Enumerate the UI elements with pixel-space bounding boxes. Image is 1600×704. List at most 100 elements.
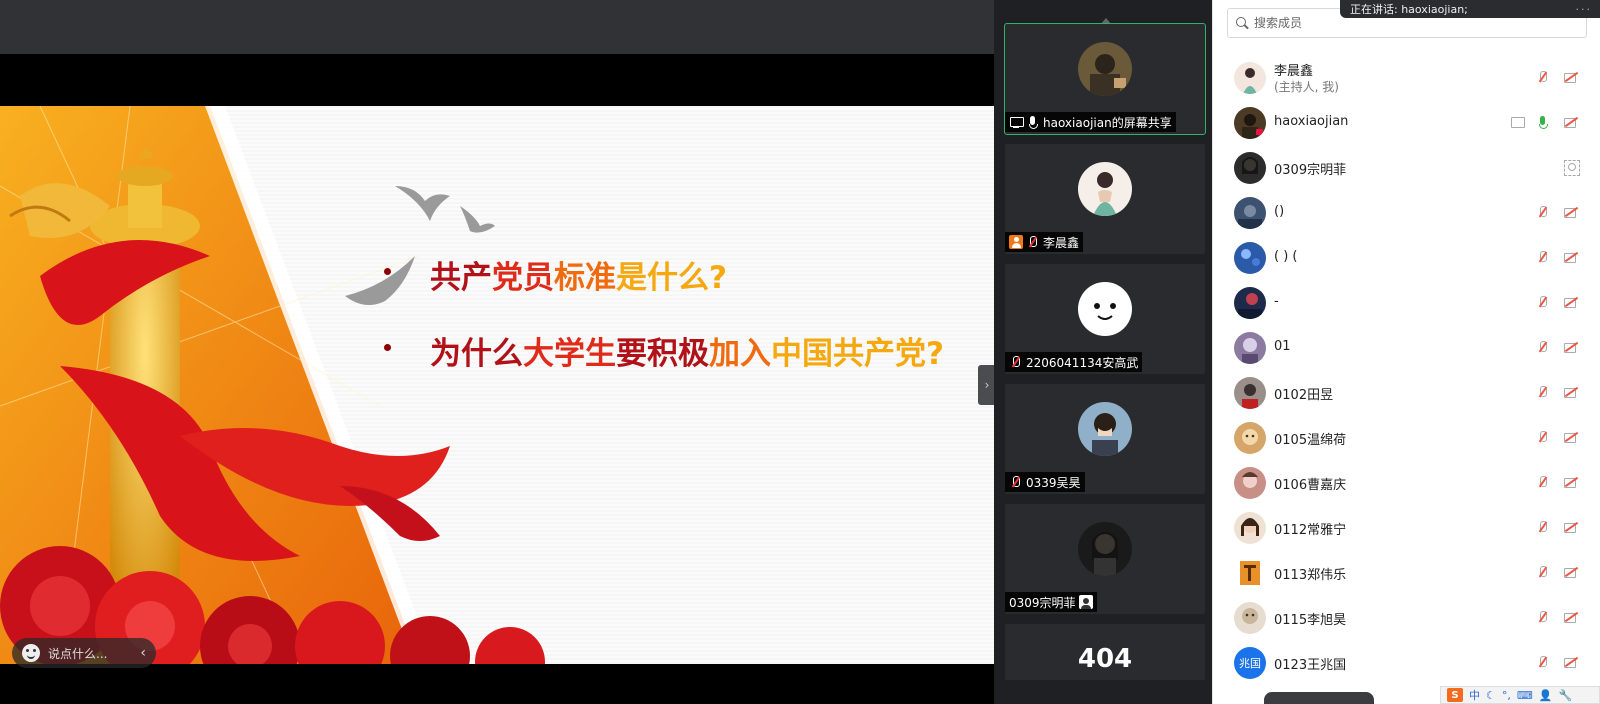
mic-muted-icon[interactable] xyxy=(1536,655,1550,669)
tile-name-label: 0339吴昊 xyxy=(1005,472,1085,492)
mic-muted-icon[interactable] xyxy=(1536,70,1550,84)
member-row[interactable]: 0113郑伟乐 xyxy=(1230,551,1590,595)
bottom-floating-pill[interactable] xyxy=(1264,692,1374,704)
wrench-icon[interactable]: 🔧 xyxy=(1558,689,1572,702)
member-row[interactable]: 0102田昱 xyxy=(1230,371,1590,415)
member-name: - xyxy=(1274,294,1279,309)
member-row[interactable]: 兆国 0123王兆国 xyxy=(1230,641,1590,685)
avatar: 兆国 xyxy=(1234,647,1266,679)
member-row[interactable]: 0105温绵荷 xyxy=(1230,416,1590,460)
mic-muted-icon[interactable] xyxy=(1536,520,1550,534)
mic-muted-icon[interactable] xyxy=(1536,385,1550,399)
sogou-logo-icon[interactable]: S xyxy=(1447,688,1463,702)
avatar xyxy=(1078,402,1132,456)
camera-off-icon[interactable] xyxy=(1564,205,1578,219)
camera-off-icon[interactable] xyxy=(1564,115,1578,129)
member-name: 0115李旭昊 xyxy=(1274,613,1347,628)
member-name: 李晨鑫 xyxy=(1274,64,1314,79)
avatar xyxy=(1234,152,1266,184)
video-tile-screen-share[interactable]: haoxiaojian的屏幕共享 xyxy=(1004,23,1206,135)
avatar xyxy=(1234,557,1266,589)
video-tile-participant[interactable]: 0339吴昊 xyxy=(1005,384,1205,494)
share-top-bar xyxy=(0,0,994,54)
camera-off-icon[interactable] xyxy=(1564,385,1578,399)
video-tile-participant[interactable]: 0309宗明菲 xyxy=(1005,504,1205,614)
mic-muted-icon[interactable] xyxy=(1536,250,1550,264)
avatar xyxy=(1234,602,1266,634)
chat-input-pill[interactable]: 说点什么... ‹ xyxy=(12,638,156,668)
mic-muted-icon[interactable] xyxy=(1536,610,1550,624)
member-row[interactable]: 0115李旭昊 xyxy=(1230,596,1590,640)
member-row[interactable]: () xyxy=(1230,191,1590,235)
tile-name: 2206041134安高武 xyxy=(1026,355,1139,370)
avatar xyxy=(1234,197,1266,229)
bullet1-part3: 标准 xyxy=(554,260,616,296)
mic-on-icon[interactable] xyxy=(1536,115,1550,129)
keyboard-icon[interactable]: ⌨ xyxy=(1517,689,1533,702)
search-icon xyxy=(1236,17,1248,29)
camera-off-icon[interactable] xyxy=(1564,430,1578,444)
avatar xyxy=(1234,377,1266,409)
avatar xyxy=(1234,287,1266,319)
face-detect-icon[interactable] xyxy=(1564,160,1580,176)
member-name: 0112常雅宁 xyxy=(1274,523,1347,538)
camera-off-icon[interactable] xyxy=(1564,655,1578,669)
mic-muted-icon[interactable] xyxy=(1536,565,1550,579)
avatar xyxy=(1234,512,1266,544)
camera-off-icon[interactable] xyxy=(1564,340,1578,354)
mic-muted-icon[interactable] xyxy=(1536,430,1550,444)
member-name: 0106曹嘉庆 xyxy=(1274,478,1347,493)
mic-muted-icon[interactable] xyxy=(1536,295,1550,309)
camera-off-icon[interactable] xyxy=(1564,610,1578,624)
camera-off-icon[interactable] xyxy=(1564,250,1578,264)
member-name: 0123王兆国 xyxy=(1274,658,1347,673)
member-row[interactable]: 李晨鑫 (主持人, 我) xyxy=(1230,56,1590,100)
tile-name: 0339吴昊 xyxy=(1026,475,1081,490)
member-row[interactable]: 01 xyxy=(1230,326,1590,370)
avatar xyxy=(1078,282,1132,336)
camera-off-icon[interactable] xyxy=(1564,295,1578,309)
camera-off-icon[interactable] xyxy=(1564,475,1578,489)
moon-icon[interactable]: ☾ xyxy=(1486,689,1496,702)
member-row[interactable]: haoxiaojian xyxy=(1230,101,1590,145)
member-name: 0105温绵荷 xyxy=(1274,433,1347,448)
emoji-icon[interactable] xyxy=(22,644,40,662)
member-row[interactable]: 0112常雅宁 xyxy=(1230,506,1590,550)
user-icon[interactable]: 👤 xyxy=(1539,689,1553,702)
punctuation-icon[interactable]: °, xyxy=(1502,689,1511,702)
mic-muted-icon[interactable] xyxy=(1536,340,1550,354)
mic-muted-icon xyxy=(1009,475,1023,489)
camera-off-icon[interactable] xyxy=(1564,520,1578,534)
speaking-notice-text: 正在讲话: haoxiaojian; xyxy=(1350,3,1468,16)
member-name: ( ) ( xyxy=(1274,249,1298,264)
bullet-dot-1 xyxy=(384,268,391,275)
member-row[interactable]: - xyxy=(1230,281,1590,325)
member-search-input[interactable] xyxy=(1254,16,1554,30)
camera-off-icon[interactable] xyxy=(1564,565,1578,579)
member-row[interactable]: 0106曹嘉庆 xyxy=(1230,461,1590,505)
tile-name: haoxiaojian的屏幕共享 xyxy=(1043,115,1172,130)
camera-off-icon[interactable] xyxy=(1564,70,1578,84)
video-tile-host[interactable]: 李晨鑫 xyxy=(1005,144,1205,254)
avatar xyxy=(1078,42,1132,96)
mic-muted-icon[interactable] xyxy=(1536,475,1550,489)
member-row[interactable]: 0309宗明菲 xyxy=(1230,146,1590,190)
ime-toolbar[interactable]: S 中 ☾ °, ⌨ 👤 🔧 xyxy=(1440,686,1600,704)
bullet2-part1: 为什么 xyxy=(430,336,523,372)
tile-name-label: 李晨鑫 xyxy=(1005,232,1084,252)
slide-artwork xyxy=(0,106,545,664)
member-name: 0309宗明菲 xyxy=(1274,163,1347,178)
gallery-bottom-strip xyxy=(994,680,1212,704)
tile-name-label: 0309宗明菲 xyxy=(1005,592,1097,612)
avatar xyxy=(1078,522,1132,576)
404-logo: 404 xyxy=(1077,644,1133,674)
tile-name: 李晨鑫 xyxy=(1043,235,1080,250)
screen-share-view[interactable]: 共产党员标准是什么? 为什么大学生要积极加入中国共产党? 说点什么... ‹ xyxy=(0,0,994,704)
more-options-icon[interactable]: ··· xyxy=(1576,3,1593,16)
video-tile-participant[interactable]: 404 xyxy=(1005,624,1205,680)
chevron-left-icon[interactable]: ‹ xyxy=(140,645,146,661)
ime-language-indicator[interactable]: 中 xyxy=(1469,687,1480,703)
mic-muted-icon[interactable] xyxy=(1536,205,1550,219)
video-tile-participant[interactable]: 2206041134安高武 xyxy=(1005,264,1205,374)
member-row[interactable]: ( ) ( xyxy=(1230,236,1590,280)
